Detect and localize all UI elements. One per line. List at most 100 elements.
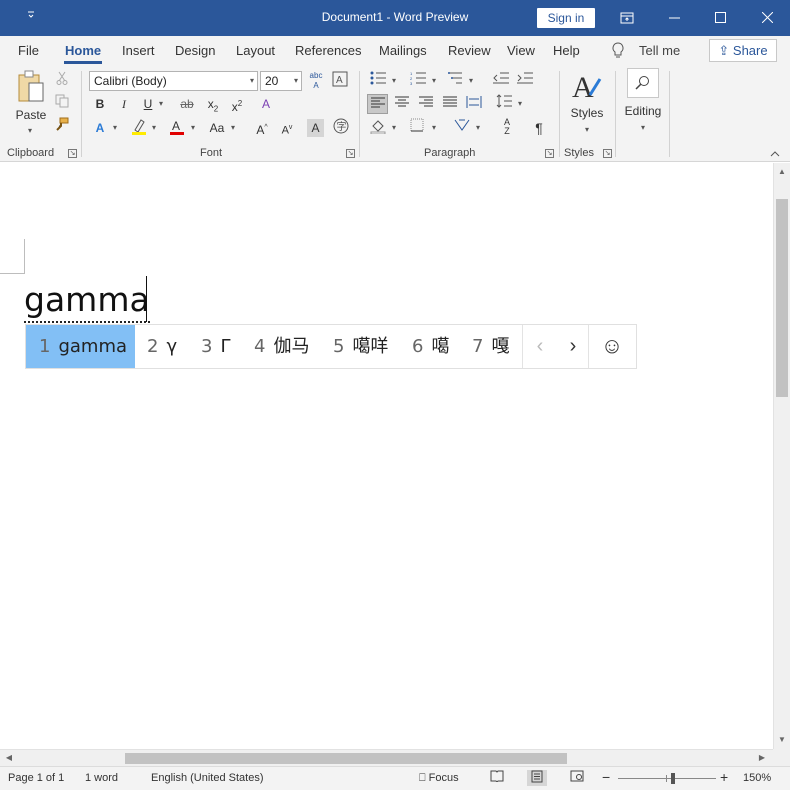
align-right-icon[interactable]: [416, 94, 436, 114]
highlight-color-icon[interactable]: [129, 118, 149, 138]
change-case-icon[interactable]: abc A: [306, 71, 326, 91]
print-layout-icon[interactable]: [527, 770, 547, 786]
format-painter-icon[interactable]: [53, 117, 71, 137]
numbering-dropdown-icon[interactable]: ▾: [430, 71, 438, 91]
bullets-dropdown-icon[interactable]: ▾: [390, 71, 398, 91]
ime-candidate[interactable]: 4 伽马: [254, 325, 309, 368]
read-mode-icon[interactable]: [487, 770, 507, 786]
font-color-dropdown-icon[interactable]: ▾: [189, 118, 197, 138]
borders-dropdown-icon[interactable]: ▾: [430, 118, 438, 138]
lightbulb-icon[interactable]: [611, 42, 625, 60]
tell-me-search[interactable]: Tell me: [639, 43, 680, 58]
horizontal-scroll-thumb[interactable]: [125, 753, 567, 764]
shading-dropdown-icon[interactable]: ▾: [390, 118, 398, 138]
line-spacing-dropdown-icon[interactable]: ▾: [516, 94, 524, 114]
horizontal-scrollbar[interactable]: ◀ ▶: [0, 749, 773, 766]
minimize-icon[interactable]: [651, 0, 697, 36]
sign-in-button[interactable]: Sign in: [537, 8, 595, 28]
zoom-in-icon[interactable]: +: [720, 769, 728, 785]
text-effects-eraser-icon[interactable]: A: [256, 94, 276, 114]
underline-icon[interactable]: U: [140, 94, 156, 114]
underline-dropdown-icon[interactable]: ▾: [157, 94, 165, 114]
multilevel-list-icon[interactable]: [446, 71, 466, 91]
tab-home[interactable]: Home: [63, 43, 103, 64]
tab-mailings[interactable]: Mailings: [379, 43, 427, 58]
zoom-out-icon[interactable]: −: [602, 769, 610, 785]
font-size-combo[interactable]: 20 ▾: [260, 71, 302, 91]
clipboard-launcher-icon[interactable]: ↘: [68, 149, 77, 158]
show-marks-icon[interactable]: ¶: [530, 118, 548, 138]
web-layout-icon[interactable]: [567, 770, 587, 786]
align-center-icon[interactable]: [392, 94, 412, 114]
emoji-icon[interactable]: ☺: [595, 325, 629, 368]
document-composition-text[interactable]: gamma: [24, 279, 150, 323]
ime-candidate[interactable]: 2γ: [147, 325, 177, 368]
grow-font-icon[interactable]: A^: [252, 118, 272, 138]
align-left-icon[interactable]: [367, 94, 388, 114]
maximize-icon[interactable]: [697, 0, 743, 36]
tab-references[interactable]: References: [295, 43, 361, 58]
tab-file[interactable]: File: [18, 43, 39, 58]
distributed-icon[interactable]: [464, 94, 484, 114]
scroll-right-icon[interactable]: ▶: [757, 753, 767, 763]
text-effects-icon[interactable]: A: [90, 118, 110, 138]
copy-icon[interactable]: [53, 94, 71, 114]
multilevel-dropdown-icon[interactable]: ▾: [467, 71, 475, 91]
italic-icon[interactable]: I: [116, 94, 132, 114]
numbering-icon[interactable]: 123: [408, 71, 428, 91]
paste-dropdown-icon[interactable]: ▾: [25, 121, 35, 141]
sort-icon[interactable]: AZ: [496, 118, 518, 138]
document-canvas[interactable]: [0, 163, 773, 749]
ime-candidate[interactable]: 3Γ: [201, 325, 230, 368]
superscript-icon[interactable]: x2: [228, 94, 246, 114]
font-name-combo[interactable]: Calibri (Body) ▾: [89, 71, 258, 91]
editing-dropdown-icon[interactable]: ▾: [638, 118, 648, 138]
language-status[interactable]: English (United States): [151, 772, 264, 784]
asian-layout-icon[interactable]: [452, 118, 472, 138]
styles-launcher-icon[interactable]: ↘: [603, 149, 612, 158]
tab-view[interactable]: View: [507, 43, 535, 58]
subscript-icon[interactable]: x2: [204, 94, 222, 114]
bullets-icon[interactable]: [368, 71, 388, 91]
quick-access-dropdown-icon[interactable]: [22, 8, 40, 26]
tab-review[interactable]: Review: [448, 43, 491, 58]
scroll-left-icon[interactable]: ◀: [4, 753, 14, 763]
close-icon[interactable]: [744, 0, 790, 36]
line-spacing-icon[interactable]: [494, 94, 514, 114]
increase-indent-icon[interactable]: [516, 71, 534, 91]
chevron-right-icon[interactable]: ›: [556, 325, 590, 368]
share-button[interactable]: ⇪ Share: [709, 39, 777, 62]
ime-candidate[interactable]: 1 gamma: [26, 325, 135, 368]
highlight-dropdown-icon[interactable]: ▾: [150, 118, 158, 138]
styles-dropdown-icon[interactable]: ▾: [582, 120, 592, 140]
shading-icon[interactable]: [368, 118, 388, 138]
zoom-slider-track[interactable]: [618, 778, 716, 779]
chevron-left-icon[interactable]: ‹: [523, 325, 557, 368]
tab-help[interactable]: Help: [553, 43, 580, 58]
paragraph-launcher-icon[interactable]: ↘: [545, 149, 554, 158]
shrink-font-icon[interactable]: Av: [277, 118, 297, 138]
find-icon[interactable]: [627, 68, 659, 98]
font-color-icon[interactable]: A: [167, 118, 187, 138]
justify-icon[interactable]: [440, 94, 460, 114]
scroll-up-icon[interactable]: ▲: [777, 167, 787, 177]
ime-candidate[interactable]: 7嘎: [472, 325, 509, 368]
asian-layout-dropdown-icon[interactable]: ▾: [474, 118, 482, 138]
cut-icon[interactable]: [53, 71, 71, 91]
character-shading-icon[interactable]: A: [307, 119, 324, 137]
ime-candidate[interactable]: 5 噶咩: [333, 325, 388, 368]
bold-icon[interactable]: B: [92, 94, 108, 114]
clear-all-formatting-icon[interactable]: A: [331, 71, 349, 91]
tab-layout[interactable]: Layout: [236, 43, 275, 58]
ribbon-display-options-icon[interactable]: [604, 0, 650, 36]
scroll-down-icon[interactable]: ▼: [777, 735, 787, 745]
case-dropdown-icon[interactable]: ▾: [229, 118, 237, 138]
vertical-scroll-thumb[interactable]: [776, 199, 788, 397]
zoom-level[interactable]: 150%: [743, 772, 771, 784]
focus-mode-button[interactable]: ⎕ Focus: [419, 772, 459, 785]
vertical-scrollbar[interactable]: ▲ ▼: [773, 163, 790, 749]
font-launcher-icon[interactable]: ↘: [346, 149, 355, 158]
collapse-ribbon-icon[interactable]: [768, 145, 782, 165]
ime-candidate[interactable]: 6噶: [412, 325, 449, 368]
decrease-indent-icon[interactable]: [492, 71, 510, 91]
